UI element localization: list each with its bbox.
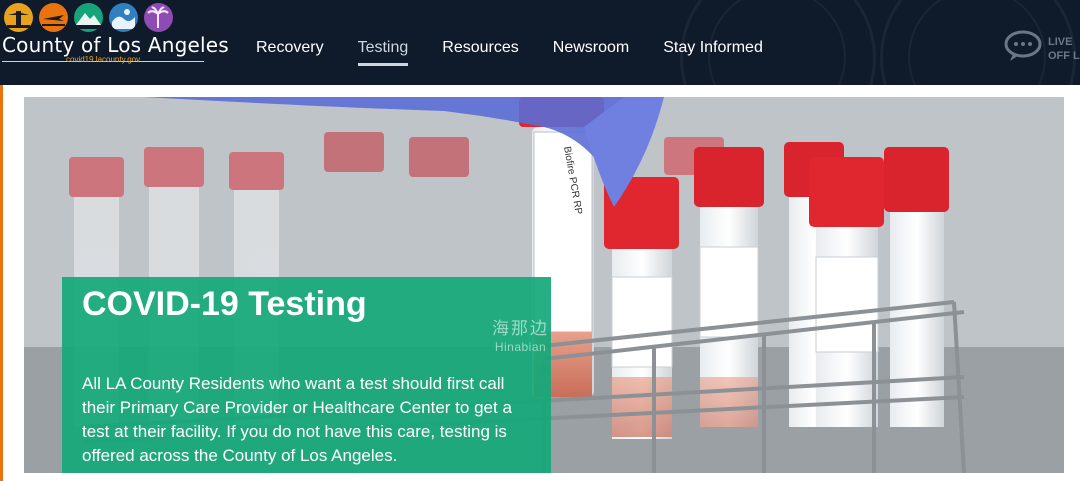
hero-text-panel: COVID-19 Testing All LA County Residents… — [62, 277, 551, 473]
live-chat-button[interactable]: LIVE OFF L — [1004, 30, 1080, 67]
nav-item-newsroom[interactable]: Newsroom — [553, 39, 629, 57]
main-nav: Recovery Testing Resources Newsroom Stay… — [256, 39, 797, 66]
live-chat-line-2: OFF L — [1048, 49, 1080, 62]
wave-icon — [109, 3, 138, 32]
nav-item-resources[interactable]: Resources — [442, 39, 518, 57]
side-accent-bar — [0, 85, 3, 481]
site-header: County of Los Angeles covid19.lacounty.g… — [0, 0, 1080, 85]
watermark-line-1: 海那边 — [492, 319, 549, 338]
chat-bubble-icon — [1004, 30, 1042, 67]
logo-icons[interactable] — [4, 3, 173, 32]
watermark: 海那边 Hinabian — [492, 319, 549, 357]
watermark-line-2: Hinabian — [494, 340, 547, 354]
hero-body: All LA County Residents who want a test … — [82, 374, 512, 465]
lighthouse-icon — [4, 3, 33, 32]
mountain-icon — [74, 3, 103, 32]
live-chat-line-1: LIVE — [1048, 35, 1073, 48]
logo-url: covid19.lacounty.gov — [66, 55, 141, 64]
live-chat-label: LIVE OFF L — [1048, 35, 1080, 63]
nav-item-recovery[interactable]: Recovery — [256, 39, 324, 57]
nav-item-stay-informed[interactable]: Stay Informed — [663, 39, 763, 57]
palm-tree-icon — [144, 3, 173, 32]
nav-item-testing[interactable]: Testing — [357, 39, 408, 66]
logo-title[interactable]: County of Los Angeles — [2, 33, 229, 57]
hero-title: COVID-19 Testing — [82, 285, 367, 323]
sunset-plane-icon — [39, 3, 68, 32]
hero-banner: Biofire PCR RP COVID-19 Testing All LA C… — [24, 97, 1064, 473]
